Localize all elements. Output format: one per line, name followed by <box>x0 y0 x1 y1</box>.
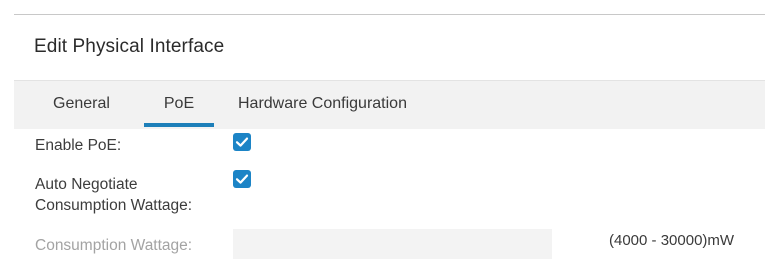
consumption-wattage-range-hint: (4000 - 30000)mW <box>609 232 735 249</box>
auto-negotiate-label-line2: Consumption Wattage: <box>35 197 193 214</box>
consumption-wattage-input[interactable] <box>233 229 552 259</box>
checkmark-icon <box>235 174 249 184</box>
checkmark-icon <box>235 137 249 147</box>
tab-general[interactable]: General <box>53 81 110 127</box>
enable-poe-checkbox[interactable] <box>233 133 251 151</box>
tab-bar: General PoE Hardware Configuration <box>14 80 765 129</box>
active-tab-indicator <box>144 123 214 127</box>
tab-hardware-configuration[interactable]: Hardware Configuration <box>238 81 407 127</box>
edit-physical-interface-page: Edit Physical Interface General PoE Hard… <box>0 0 765 260</box>
tab-poe[interactable]: PoE <box>144 81 214 127</box>
enable-poe-label: Enable PoE: <box>35 137 122 154</box>
consumption-wattage-label: Consumption Wattage: <box>35 237 193 254</box>
top-divider <box>14 14 765 15</box>
dialog-title: Edit Physical Interface <box>34 36 225 57</box>
auto-negotiate-label-line1: Auto Negotiate <box>35 176 138 193</box>
auto-negotiate-checkbox[interactable] <box>233 170 251 188</box>
